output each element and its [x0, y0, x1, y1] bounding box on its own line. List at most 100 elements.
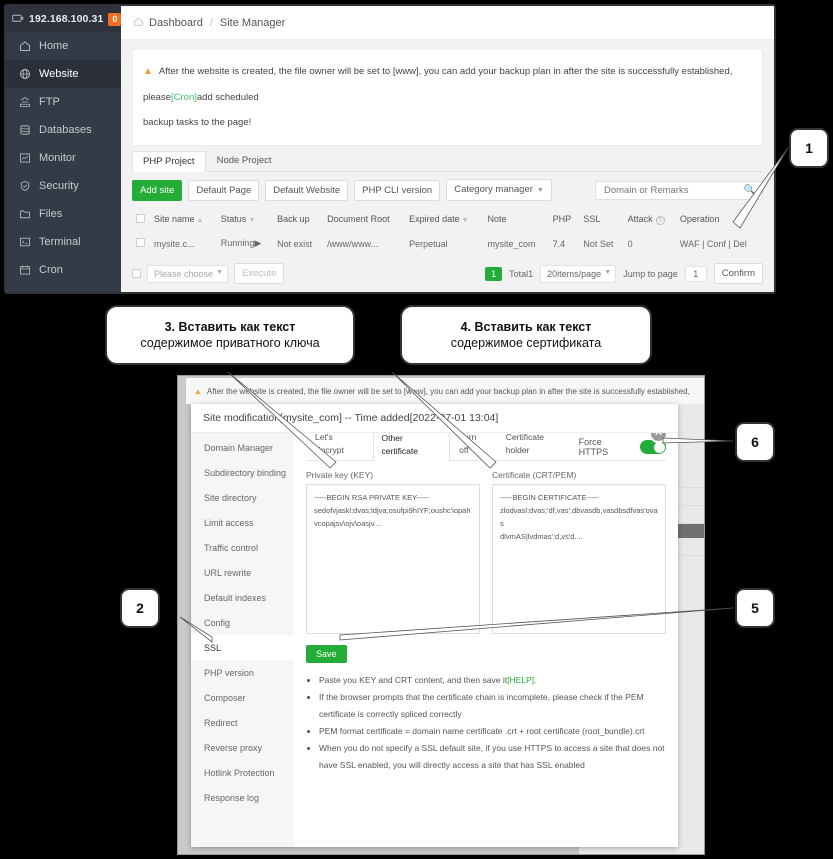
- cron-link[interactable]: [Cron]: [171, 92, 197, 103]
- modal-nav-traffic-control[interactable]: Traffic control: [191, 535, 294, 560]
- footer-select-all-checkbox[interactable]: [132, 269, 141, 278]
- certificate-textarea[interactable]: -----BEGIN CERTIFICATE----- zlodvasl;dva…: [492, 484, 666, 634]
- execute-button[interactable]: Execute: [234, 263, 285, 284]
- php-cli-version-button[interactable]: PHP CLI version: [354, 179, 441, 201]
- cell-ssl[interactable]: Not Set: [579, 230, 624, 257]
- sidebar-item-website[interactable]: Website: [6, 60, 121, 88]
- pagination: 1 Total1 20items/page▼ Jump to page Conf…: [485, 263, 763, 284]
- ftp-icon: [19, 96, 31, 108]
- th-document-root: Document Root: [323, 209, 406, 231]
- callout-3-line1: 3. Вставить как текст: [164, 320, 296, 334]
- cell-site-name[interactable]: mysite.c...: [150, 230, 217, 257]
- cell-operation[interactable]: WAF | Conf | Del: [675, 230, 763, 257]
- nav-label: Limit access: [204, 517, 254, 528]
- batch-action-value: Please choose: [154, 268, 214, 279]
- home-icon: [19, 40, 31, 52]
- search-box[interactable]: 🔍: [595, 180, 763, 200]
- modal-nav-redirect[interactable]: Redirect: [191, 710, 294, 735]
- th-label: Back up: [277, 214, 310, 224]
- help-note: PEM format certificate = domain name cer…: [319, 723, 666, 740]
- ssl-tab-other-certificate[interactable]: Other certificate: [372, 433, 451, 461]
- ssl-tab-lets-encrypt[interactable]: Let's Encrypt: [306, 433, 373, 460]
- sidebar-item-monitor[interactable]: Monitor: [6, 144, 121, 172]
- per-page-select[interactable]: 20items/page ▼: [540, 264, 617, 283]
- modal-nav-site-directory[interactable]: Site directory: [191, 485, 294, 510]
- modal-nav-php-version[interactable]: PHP version: [191, 660, 294, 685]
- modal-nav-limit-access[interactable]: Limit access: [191, 510, 294, 535]
- modal-nav-url-rewrite[interactable]: URL rewrite: [191, 560, 294, 585]
- modal-nav-subdirectory-binding[interactable]: Subdirectory binding: [191, 460, 294, 485]
- cell-php[interactable]: 7.4: [548, 230, 580, 257]
- certificate-fields: Private key (KEY) -----BEGIN RSA PRIVATE…: [306, 470, 666, 634]
- th-expired-date[interactable]: Expired date ▼: [405, 209, 484, 231]
- private-key-textarea[interactable]: -----BEGIN RSA PRIVATE KEY----- sedofvja…: [306, 484, 480, 634]
- sidebar-item-label: Databases: [39, 124, 92, 136]
- search-input[interactable]: [602, 183, 744, 197]
- site-modification-modal: Site modification[mysite_com] -- Time ad…: [191, 404, 678, 847]
- row-checkbox[interactable]: [136, 238, 145, 247]
- private-key-field: Private key (KEY) -----BEGIN RSA PRIVATE…: [306, 470, 480, 634]
- nav-label: Hotlink Protection: [204, 767, 275, 778]
- cell-expired-date[interactable]: Perpetual: [405, 230, 484, 257]
- cell-note[interactable]: mysite_com: [483, 230, 549, 257]
- default-page-button[interactable]: Default Page: [188, 179, 260, 201]
- ssl-tabs: Let's Encrypt Other certificate Turn off…: [306, 433, 666, 461]
- ssl-tab-certificate-holder[interactable]: Certificate holder: [497, 433, 579, 460]
- page-number[interactable]: 1: [485, 266, 503, 281]
- sidebar-item-files[interactable]: Files: [6, 200, 121, 228]
- cell-backup[interactable]: Not exist: [273, 230, 324, 257]
- sidebar-item-cron[interactable]: Cron: [6, 256, 121, 284]
- save-button[interactable]: Save: [306, 645, 347, 663]
- help-link[interactable]: [HELP]: [507, 675, 534, 685]
- search-icon[interactable]: 🔍: [744, 185, 756, 196]
- tab-php-project[interactable]: PHP Project: [132, 151, 206, 172]
- sidebar-item-ftp[interactable]: FTP: [6, 88, 121, 116]
- notice-text-2: backup tasks to the page!: [143, 117, 252, 128]
- modal-nav-ssl[interactable]: SSL: [191, 635, 294, 660]
- category-manager-button[interactable]: Category manager ▼: [446, 179, 552, 201]
- breadcrumb-root[interactable]: Dashboard: [149, 17, 203, 29]
- jump-to-page-label: Jump to page: [623, 268, 678, 279]
- modal-nav-hotlink-protection[interactable]: Hotlink Protection: [191, 760, 294, 785]
- modal-nav-config[interactable]: Config: [191, 610, 294, 635]
- nav-label: Response log: [204, 792, 260, 803]
- tab-node-project[interactable]: Node Project: [206, 150, 283, 171]
- modal-nav-default-indexes[interactable]: Default indexes: [191, 585, 294, 610]
- cell-document-root[interactable]: /www/www...: [323, 230, 406, 257]
- add-site-button[interactable]: Add site: [132, 179, 183, 201]
- th-operation: Operation: [675, 209, 763, 231]
- help-icon[interactable]: ?: [655, 216, 665, 225]
- cell-status[interactable]: Running▶: [216, 230, 274, 257]
- sidebar-item-terminal[interactable]: Terminal: [6, 228, 121, 256]
- notice-text-1b: add scheduled: [196, 92, 259, 103]
- table-footer: Please choose ▼ Execute 1 Total1 20items/…: [132, 263, 763, 284]
- modal-nav-domain-manager[interactable]: Domain Manager: [191, 435, 294, 460]
- chevron-down-icon: ▼: [216, 268, 224, 276]
- ssl-tab-turn-off[interactable]: Turn off: [450, 433, 497, 460]
- jump-to-page-input[interactable]: [684, 265, 707, 282]
- th-label: Operation: [679, 214, 720, 224]
- modal-nav-response-log[interactable]: Response log: [191, 785, 294, 810]
- app-content: Dashboard / Site Manager ▲ After the webs…: [121, 6, 774, 292]
- sidebar-item-security[interactable]: Security: [6, 172, 121, 200]
- modal-nav-reverse-proxy[interactable]: Reverse proxy: [191, 735, 294, 760]
- confirm-button[interactable]: Confirm: [713, 263, 763, 284]
- screenshot-root: 192.168.100.31 0 Home Website FTP Databa…: [0, 0, 833, 859]
- th-site-name[interactable]: Site name ▲: [150, 209, 217, 231]
- nav-label: Site directory: [204, 492, 257, 503]
- key-line-2: sedofvjaskl;dvas;ldjva;osufpi9hIYF;oushc…: [314, 506, 471, 515]
- select-all-checkbox[interactable]: [136, 214, 145, 223]
- default-website-button[interactable]: Default Website: [265, 179, 349, 201]
- sidebar-item-databases[interactable]: Databases: [6, 116, 121, 144]
- th-status[interactable]: Status ▼: [216, 209, 274, 231]
- table-row[interactable]: mysite.c... Running▶ Not exist /www/www.…: [132, 230, 763, 257]
- sidebar-item-home[interactable]: Home: [6, 32, 121, 60]
- th-label: Document Root: [327, 214, 390, 224]
- shield-icon: [19, 180, 31, 192]
- play-icon: ▶: [254, 238, 262, 248]
- breadcrumb: Dashboard / Site Manager: [121, 6, 774, 40]
- monitor-icon: [19, 152, 31, 164]
- nav-label: Config: [204, 617, 231, 628]
- modal-nav-composer[interactable]: Composer: [191, 685, 294, 710]
- batch-action-select[interactable]: Please choose ▼: [147, 264, 229, 283]
